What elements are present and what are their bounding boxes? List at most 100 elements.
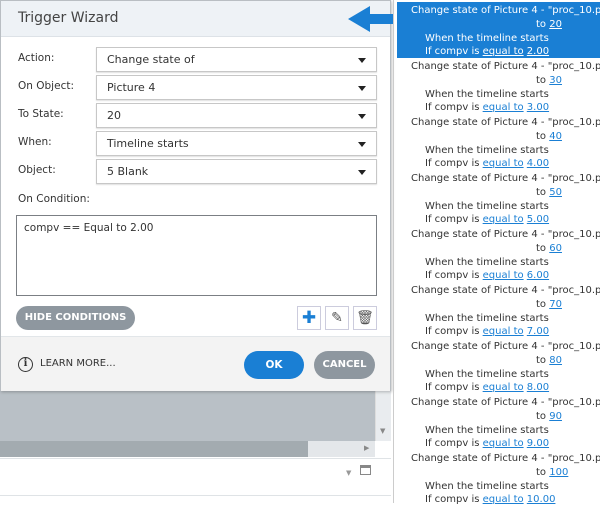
operator-link[interactable]: equal to [483,270,524,281]
field-label: Action: [18,52,55,64]
trigger-list-item[interactable]: Change state of Picture 4 - "proc_10.png… [397,394,600,450]
trigger-list-item[interactable]: Change state of Picture 4 - "proc_10.png… [397,114,600,170]
trigger-action: Change state of Picture 4 - "proc_10.png… [411,229,600,240]
trigger-wizard-dialog: Trigger Wizard Action: Change state of On… [0,0,391,391]
select-value: Timeline starts [107,137,189,150]
trigger-condition: If compv is equal to 10.00 [425,494,555,505]
state-link[interactable]: 80 [549,355,562,366]
state-link[interactable]: 90 [549,411,562,422]
trigger-list-item[interactable]: Change state of Picture 4 - "proc_10.png… [397,2,600,58]
trigger-when: When the timeline starts [425,481,549,492]
trigger-target: to 30 [536,75,562,86]
field-select[interactable]: 20 [96,103,377,128]
trigger-target: to 40 [536,131,562,142]
divider [0,495,391,496]
value-link[interactable]: 2.00 [527,46,549,57]
delete-condition-button[interactable]: 🗑 [353,306,377,330]
to-text: to [536,299,547,310]
field-label: When: [18,136,52,148]
value-link[interactable]: 7.00 [527,326,549,337]
value-link[interactable]: 6.00 [527,270,549,281]
dropdown-icon[interactable]: ▼ [346,469,351,477]
field-select[interactable]: Picture 4 [96,75,377,100]
operator-link[interactable]: equal to [483,438,524,449]
trigger-condition: If compv is equal to 4.00 [425,158,549,169]
trigger-list-item[interactable]: Change state of Picture 4 - "proc_10.png… [397,450,600,506]
value-link[interactable]: 9.00 [527,438,549,449]
field-select[interactable]: 5 Blank [96,159,377,184]
operator-link[interactable]: equal to [483,158,524,169]
if-text: If compv is [425,102,480,113]
trigger-list-item[interactable]: Change state of Picture 4 - "proc_10.png… [397,226,600,282]
value-link[interactable]: 5.00 [527,214,549,225]
add-condition-button[interactable]: ✚ [297,306,321,330]
operator-link[interactable]: equal to [483,326,524,337]
select-value: Change state of [107,53,195,66]
trigger-list-item[interactable]: Change state of Picture 4 - "proc_10.png… [397,338,600,394]
trigger-action: Change state of Picture 4 - "proc_10.png… [411,453,600,464]
restore-window-icon[interactable] [360,465,371,475]
field-label: To State: [18,108,64,120]
operator-link[interactable]: equal to [483,102,524,113]
trigger-list-item[interactable]: Change state of Picture 4 - "proc_10.png… [397,170,600,226]
if-text: If compv is [425,46,480,57]
edit-icon: ✎ [331,310,343,326]
trigger-when: When the timeline starts [425,313,549,324]
trigger-condition: If compv is equal to 8.00 [425,382,549,393]
trigger-action: Change state of Picture 4 - "proc_10.png… [411,285,600,296]
learn-more-link[interactable]: LEARN MORE... [40,358,116,369]
value-link[interactable]: 8.00 [527,382,549,393]
trigger-when: When the timeline starts [425,257,549,268]
trigger-list-item[interactable]: Change state of Picture 4 - "proc_10.png… [397,58,600,114]
hide-conditions-button[interactable]: HIDE CONDITIONS [16,306,135,330]
state-link[interactable]: 60 [549,243,562,254]
trigger-target: to 100 [536,467,568,478]
vertical-scrollbar[interactable]: ▼ [375,391,391,441]
state-link[interactable]: 100 [549,467,568,478]
trigger-target: to 20 [536,19,562,30]
trigger-when: When the timeline starts [425,145,549,156]
to-text: to [536,243,547,254]
if-text: If compv is [425,438,480,449]
state-link[interactable]: 30 [549,75,562,86]
select-value: 5 Blank [107,165,149,178]
state-link[interactable]: 70 [549,299,562,310]
chevron-down-icon [358,86,366,91]
scroll-right-icon[interactable]: ▶ [364,444,369,452]
value-link[interactable]: 3.00 [527,102,549,113]
trigger-target: to 90 [536,411,562,422]
trigger-target: to 60 [536,243,562,254]
state-link[interactable]: 50 [549,187,562,198]
dialog-footer: i LEARN MORE... OK CANCEL [1,336,390,391]
operator-link[interactable]: equal to [483,494,524,505]
trigger-condition: If compv is equal to 9.00 [425,438,549,449]
if-text: If compv is [425,270,480,281]
field-select[interactable]: Timeline starts [96,131,377,156]
field-select[interactable]: Change state of [96,47,377,72]
operator-link[interactable]: equal to [483,214,524,225]
chevron-down-icon [358,58,366,63]
value-link[interactable]: 10.00 [527,494,556,505]
state-link[interactable]: 40 [549,131,562,142]
edit-condition-button[interactable]: ✎ [325,306,349,330]
trigger-when: When the timeline starts [425,33,549,44]
to-text: to [536,75,547,86]
if-text: If compv is [425,326,480,337]
value-link[interactable]: 4.00 [527,158,549,169]
ok-button[interactable]: OK [244,351,304,379]
cancel-button[interactable]: CANCEL [314,351,375,379]
arrow-left-icon [348,6,394,32]
scroll-down-icon[interactable]: ▼ [380,427,385,435]
if-text: If compv is [425,494,480,505]
chevron-down-icon [358,170,366,175]
horizontal-scrollbar-track[interactable]: ▶ [308,441,375,457]
horizontal-scrollbar-thumb[interactable] [0,441,308,457]
trigger-target: to 50 [536,187,562,198]
operator-link[interactable]: equal to [483,382,524,393]
select-value: Picture 4 [107,81,156,94]
state-link[interactable]: 20 [549,19,562,30]
operator-link[interactable]: equal to [483,46,524,57]
trigger-list-item[interactable]: Change state of Picture 4 - "proc_10.png… [397,282,600,338]
trigger-action: Change state of Picture 4 - "proc_10.png… [411,397,600,408]
condition-textarea[interactable]: compv == Equal to 2.00 [16,215,377,296]
